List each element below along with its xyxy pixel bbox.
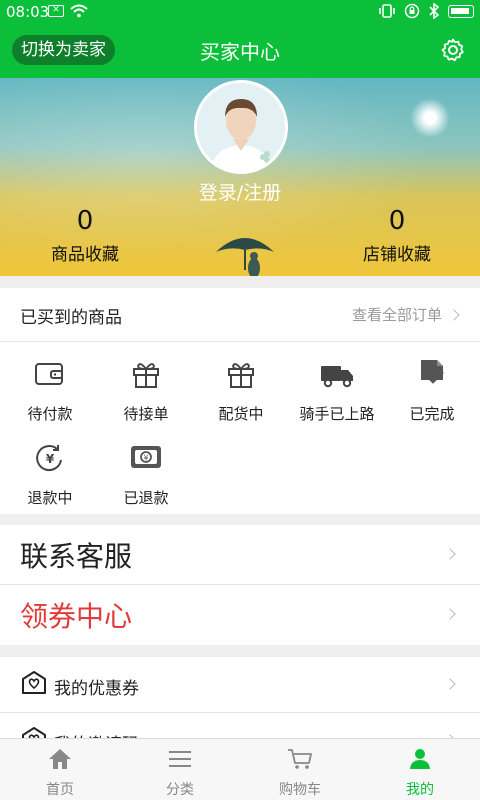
bottom-tab-bar: 首页 分类 购物车 我的 <box>0 738 480 800</box>
app-header: 切换为卖家 买家中心 <box>0 24 480 78</box>
order-status-refunding[interactable]: ¥ 退款中 <box>2 442 98 508</box>
my-coupons-row[interactable]: 我的优惠券 <box>0 657 480 713</box>
tab-mine[interactable]: 我的 <box>360 739 480 800</box>
contact-support-row[interactable]: 联系客服 <box>0 525 480 585</box>
view-all-orders-label: 查看全部订单 <box>351 306 442 324</box>
tab-home-label: 首页 <box>46 782 74 798</box>
chevron-right-icon <box>448 309 460 321</box>
tab-cart[interactable]: 购物车 <box>240 739 360 800</box>
view-all-orders-link[interactable]: 查看全部订单 <box>351 304 460 325</box>
page-title: 买家中心 <box>200 40 280 64</box>
wallet-icon <box>35 363 63 385</box>
coupon-heart-icon <box>22 671 46 694</box>
status-time: 08:03 <box>6 3 50 21</box>
my-invite-code-row[interactable]: 我的邀请码 <box>0 713 480 739</box>
favorite-products-label: 商品收藏 <box>51 245 119 265</box>
chevron-right-icon <box>444 678 456 690</box>
order-status-pending-payment[interactable]: 待付款 <box>2 358 98 424</box>
purchased-orders-panel: 已买到的商品 查看全部订单 待付款 待接单 配货中 骑手已上路 已完成 ¥ 退款… <box>0 288 480 514</box>
order-status-label: 待付款 <box>27 405 73 423</box>
order-status-label: 退款中 <box>27 489 73 507</box>
login-register-link[interactable]: 登录/注册 <box>0 178 480 205</box>
order-status-label: 已完成 <box>409 405 455 423</box>
order-status-label: 配货中 <box>218 405 264 423</box>
bluetooth-icon <box>429 3 440 19</box>
gear-icon[interactable] <box>440 37 466 63</box>
home-icon <box>49 749 71 769</box>
contact-support-label: 联系客服 <box>20 540 133 573</box>
order-status-rider-on-way[interactable]: 骑手已上路 <box>289 358 385 424</box>
account-menu: 我的优惠券 我的邀请码 <box>0 657 480 739</box>
wifi-icon <box>70 4 88 18</box>
orders-title: 已买到的商品 <box>20 308 122 328</box>
order-status-label: 待接单 <box>123 405 169 423</box>
order-status-completed[interactable]: 已完成 <box>384 358 480 424</box>
svg-text:¥: ¥ <box>46 452 55 466</box>
favorite-shops-stat[interactable]: 0 店铺收藏 <box>332 206 462 265</box>
favorite-shops-label: 店铺收藏 <box>363 245 431 265</box>
coupon-center-label: 领券中心 <box>20 600 133 633</box>
profile-banner: 登录/注册 0 商品收藏 0 店铺收藏 <box>0 78 480 276</box>
order-status-label: 骑手已上路 <box>299 405 375 423</box>
sun-glow <box>410 98 450 138</box>
tab-category[interactable]: 分类 <box>120 739 240 800</box>
coupon-center-row[interactable]: 领券中心 <box>0 585 480 645</box>
umbrella-figure-illustration <box>216 238 274 276</box>
document-check-icon <box>421 360 444 384</box>
tab-home[interactable]: 首页 <box>0 739 120 800</box>
order-status-preparing[interactable]: 配货中 <box>193 358 289 424</box>
gift-icon <box>133 363 159 388</box>
yuan-refund-icon: ¥ <box>36 445 62 472</box>
avatar[interactable] <box>194 80 288 174</box>
status-bar: 08:03 ✕ <box>0 0 480 24</box>
favorite-shops-count: 0 <box>388 206 406 236</box>
invite-code-icon <box>22 727 46 739</box>
vibrate-icon <box>379 4 395 18</box>
favorite-products-stat[interactable]: 0 商品收藏 <box>20 206 150 265</box>
order-status-awaiting-acceptance[interactable]: 待接单 <box>98 358 194 424</box>
wallet-refund-icon: ¥ <box>131 446 161 468</box>
cart-icon <box>288 749 312 769</box>
truck-icon <box>321 366 353 388</box>
favorite-products-count: 0 <box>76 206 94 236</box>
orders-header: 已买到的商品 查看全部订单 <box>0 288 480 342</box>
chevron-right-icon <box>444 548 456 560</box>
tab-mine-label: 我的 <box>406 782 434 798</box>
tab-category-label: 分类 <box>166 782 194 798</box>
lock-rotation-icon <box>404 3 420 19</box>
my-coupons-label: 我的优惠券 <box>54 679 139 699</box>
svg-text:¥: ¥ <box>143 454 148 463</box>
tab-cart-label: 购物车 <box>279 782 321 798</box>
person-icon <box>410 749 430 769</box>
service-menu: 联系客服 领券中心 <box>0 525 480 645</box>
menu-lines-icon <box>169 751 191 767</box>
order-status-refunded[interactable]: ¥ 已退款 <box>98 442 194 508</box>
battery-icon <box>448 4 474 18</box>
chevron-right-icon <box>444 608 456 620</box>
default-avatar-icon <box>197 83 285 171</box>
gift-icon <box>228 363 254 388</box>
order-status-label: 已退款 <box>123 489 169 507</box>
notification-icon: ✕ <box>48 5 64 17</box>
